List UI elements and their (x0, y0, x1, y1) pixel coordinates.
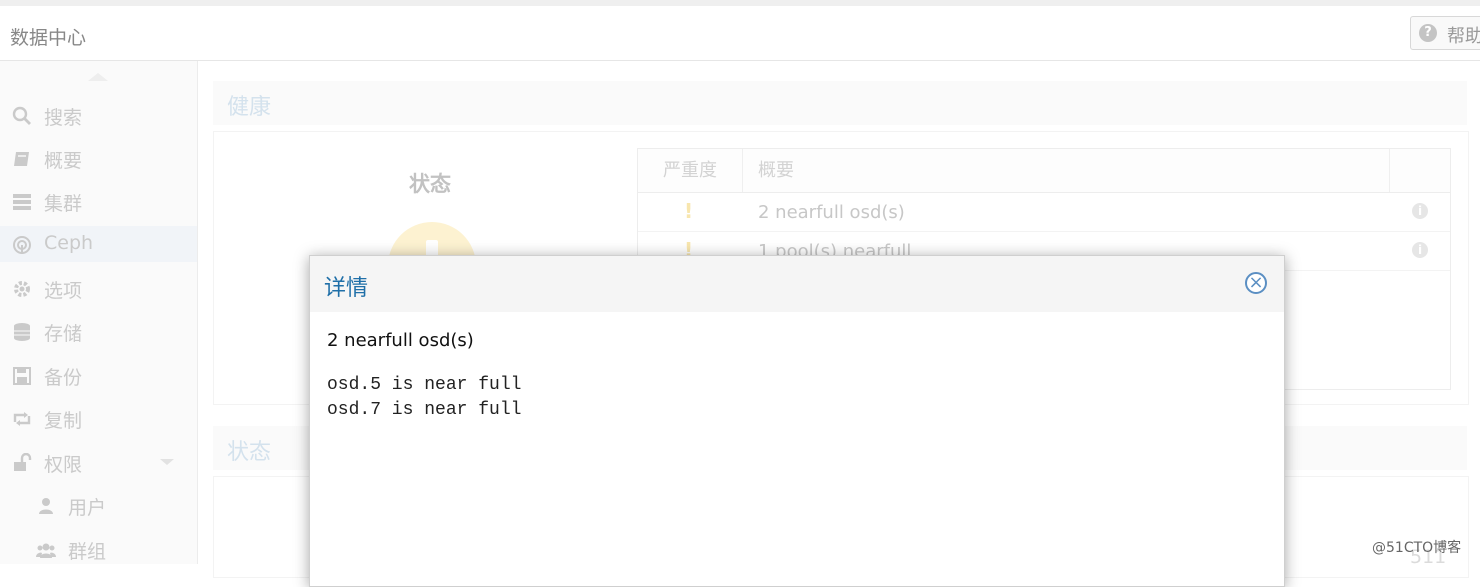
health-panel-title: 健康 (213, 81, 1467, 125)
dialog-title: 详情 (324, 276, 369, 301)
column-header-summary[interactable]: 概要 (742, 149, 1390, 192)
detail-line: osd.5 is near full (327, 375, 522, 395)
sidebar-item-replication[interactable]: 复制 (0, 400, 197, 436)
sidebar-item-label: Ceph (44, 232, 94, 254)
sidebar-item-users[interactable]: 用户 (0, 487, 197, 523)
floppy-icon (13, 367, 31, 385)
sidebar-item-label: 群组 (68, 541, 107, 563)
sidebar-item-permissions[interactable]: 权限 (0, 444, 197, 480)
details-dialog: 详情 × 2 nearfull osd(s) osd.5 is near ful… (309, 255, 1285, 587)
dialog-detail-lines: osd.5 is near full osd.7 is near full (327, 373, 521, 423)
sidebar-item-storage[interactable]: 存储 (0, 313, 197, 349)
warning-icon: ! (684, 199, 694, 223)
sidebar-item-label: 搜索 (44, 107, 83, 129)
datacenter-title: 数据中心 (10, 27, 87, 49)
sidebar: 搜索 概要 集群 Ceph 选项 存储 备份 复制 权限 用户 群组 (0, 61, 198, 564)
retweet-icon (13, 412, 31, 426)
user-icon (39, 498, 53, 514)
table-row[interactable]: ! 2 nearfull osd(s) i (638, 193, 1450, 232)
chevron-down-icon[interactable] (160, 459, 174, 465)
sidebar-item-label: 概要 (44, 150, 83, 172)
book-icon (14, 152, 29, 166)
sidebar-item-groups[interactable]: 群组 (0, 531, 197, 567)
info-icon[interactable]: i (1412, 242, 1428, 258)
users-icon (36, 543, 56, 558)
grid-header: 严重度 概要 (638, 149, 1450, 193)
watermark: @51CTO博客 (1372, 540, 1462, 556)
scroll-up-icon[interactable] (88, 73, 108, 81)
info-icon[interactable]: i (1412, 203, 1428, 219)
sidebar-item-search[interactable]: 搜索 (0, 97, 197, 133)
database-icon (14, 323, 30, 341)
sidebar-item-ceph[interactable]: Ceph (0, 226, 197, 262)
sidebar-item-label: 用户 (68, 497, 107, 519)
help-button-label: 帮助 (1447, 26, 1480, 47)
row-summary: 2 nearfull osd(s) (758, 202, 905, 223)
sidebar-item-cluster[interactable]: 集群 (0, 183, 197, 219)
dialog-heading: 2 nearfull osd(s) (327, 330, 474, 351)
gear-icon (14, 281, 30, 297)
close-icon[interactable]: × (1245, 272, 1267, 294)
sidebar-item-label: 选项 (44, 280, 83, 302)
app-header: 数据中心 ? 帮助 (0, 6, 1480, 61)
sidebar-item-label: 备份 (44, 367, 83, 389)
detail-line: osd.7 is near full (327, 400, 522, 420)
sidebar-item-backup[interactable]: 备份 (0, 357, 197, 393)
help-button[interactable]: ? 帮助 (1410, 16, 1480, 50)
sidebar-item-summary[interactable]: 概要 (0, 140, 197, 176)
ceph-icon (13, 236, 31, 254)
health-status-label: 状态 (409, 172, 451, 196)
sidebar-item-label: 复制 (44, 410, 83, 432)
sidebar-item-label: 集群 (44, 193, 83, 215)
sidebar-item-options[interactable]: 选项 (0, 270, 197, 306)
sidebar-item-label: 权限 (44, 454, 83, 476)
sidebar-item-label: 存储 (44, 323, 83, 345)
server-icon (13, 194, 31, 210)
dialog-header: 详情 × (310, 256, 1284, 312)
search-icon (12, 106, 31, 125)
unlock-icon (14, 453, 32, 471)
column-header-severity[interactable]: 严重度 (638, 149, 743, 192)
help-icon: ? (1419, 24, 1437, 42)
